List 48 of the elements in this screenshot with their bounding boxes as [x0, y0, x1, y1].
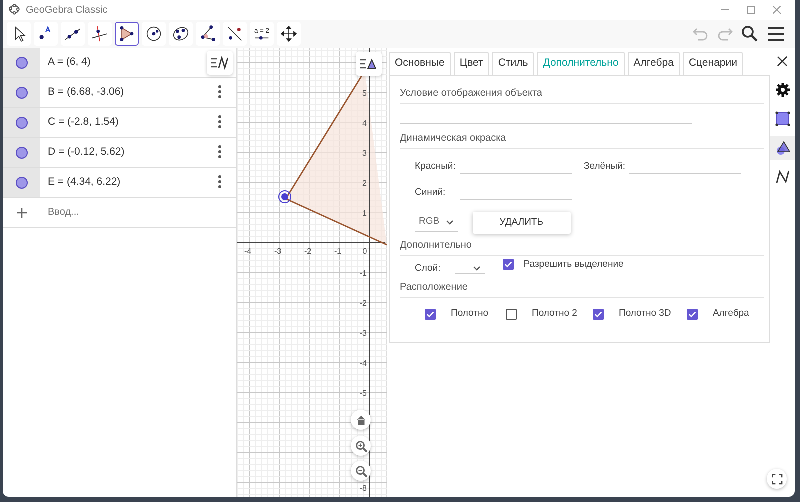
algebra-row[interactable]: A = (6, 4): [3, 48, 236, 78]
delete-button[interactable]: УДАЛИТЬ: [472, 212, 571, 234]
input-field[interactable]: Ввод...: [40, 204, 236, 221]
axis-label: -1: [360, 269, 367, 278]
section-heading: Расположение: [400, 277, 764, 298]
axis-label: 3: [362, 149, 367, 158]
window-title: GeoGebra Classic: [26, 4, 108, 18]
axis-label: 0: [362, 247, 368, 256]
axis-label: 5: [362, 89, 367, 98]
section-heading: Дополнительно: [400, 234, 764, 256]
field-label: Слой:: [415, 262, 441, 276]
axis-label: -5: [360, 389, 367, 398]
algebra-entry: E = (4.34, 6.22): [47, 174, 122, 190]
algebra-row[interactable]: D = (-0.12, 5.62): [3, 138, 236, 168]
axis-label: -2: [304, 247, 312, 256]
tab[interactable]: Основные: [389, 52, 451, 75]
algebra-row[interactable]: B = (6.68, -3.06): [3, 78, 236, 108]
tab[interactable]: Алгебра: [628, 52, 680, 75]
axis-label: -4: [244, 247, 252, 256]
algebra-row[interactable]: E = (4.34, 6.22): [3, 168, 236, 198]
field-label: Зелёный:: [584, 160, 627, 174]
algebra-entry: D = (-0.12, 5.62): [47, 144, 126, 160]
axis-label: -1: [334, 247, 342, 256]
section-heading: Условие отображения объекта: [400, 82, 764, 104]
axis-label: -3: [274, 247, 282, 256]
axis-label: -8: [360, 484, 367, 493]
axis-label: 4: [362, 119, 367, 128]
checkbox-label: Полотно 2: [532, 307, 578, 321]
tab[interactable]: Сценарии: [682, 52, 744, 75]
tab[interactable]: Цвет: [454, 52, 490, 75]
axis-label: -4: [360, 359, 367, 368]
color-mode-dropdown[interactable]: RGB: [415, 213, 458, 232]
axis-label: -3: [360, 329, 367, 338]
checkbox-label: Алгебра: [713, 307, 750, 321]
section-heading: Динамическая окраска: [400, 128, 764, 149]
algebra-entry: A = (6, 4): [47, 54, 92, 70]
algebra-entry: B = (6.68, -3.06): [47, 84, 126, 100]
axis-label: 1: [362, 209, 367, 218]
tab[interactable]: Стиль: [492, 52, 534, 75]
axis-label: 2: [362, 179, 367, 188]
algebra-entry: C = (-2.8, 1.54): [47, 114, 120, 130]
checkbox-label: Полотно 3D: [619, 307, 672, 321]
field-label: Синий:: [415, 186, 447, 200]
checkbox-label: Полотно: [451, 307, 489, 321]
field-label: Красный:: [415, 160, 457, 174]
checkbox-label: Разрешить выделение: [524, 258, 624, 272]
axis-label: -2: [360, 299, 367, 308]
algebra-row[interactable]: C = (-2.8, 1.54): [3, 108, 236, 138]
